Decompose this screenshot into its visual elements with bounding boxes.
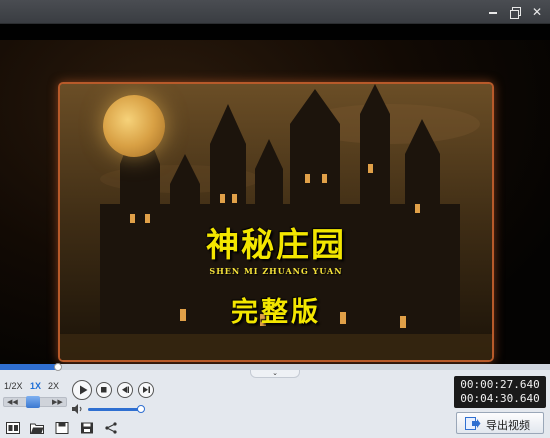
stop-button[interactable] [96,382,112,398]
save-icon[interactable] [55,422,69,434]
moon-image [103,95,165,157]
current-time: 00:00:27.640 [460,378,540,391]
restore-icon[interactable] [506,3,524,21]
video-preview[interactable]: 神秘庄园 SHEN MI ZHUANG YUAN 完整版 [0,24,550,368]
video-title-sub: 完整版 [231,297,321,328]
speed-slider[interactable]: ◀◀ ▶▶ [3,396,67,408]
video-frame: 神秘庄园 SHEN MI ZHUANG YUAN 完整版 [58,82,494,362]
save-as-icon[interactable] [80,422,94,434]
video-title-pinyin: SHEN MI ZHUANG YUAN [209,266,343,276]
play-button[interactable] [72,380,92,400]
speed-slider-handle[interactable] [26,396,40,408]
speed-1x[interactable]: 1X [30,381,41,391]
total-duration: 00:04:30.640 [460,392,540,405]
volume-icon[interactable] [72,404,84,414]
rewind-icon: ◀◀ [7,398,18,406]
video-stage: 神秘庄园 SHEN MI ZHUANG YUAN 完整版 [0,40,550,368]
export-icon [465,417,481,430]
speed-half[interactable]: 1/2X [4,381,23,391]
collapse-toggle[interactable]: ⌄ [250,370,300,378]
stop-icon [101,387,107,393]
next-frame-icon [143,386,150,393]
fast-forward-icon: ▶▶ [52,398,63,406]
prev-frame-button[interactable] [117,382,133,398]
prev-frame-icon [122,386,129,393]
progress-fill [0,364,58,370]
open-folder-icon[interactable] [30,422,44,434]
minimize-icon[interactable] [484,3,502,21]
video-title-main: 神秘庄园 [206,225,346,264]
volume-slider[interactable] [88,405,146,413]
export-video-button[interactable]: 导出视频 [456,412,544,434]
chevron-down-icon: ⌄ [272,369,278,377]
player-controls: ⌄ 1/2X 1X 2X ◀◀ ▶▶ 00:00:27.640 00:04:30… [0,363,550,438]
volume-fill [88,408,142,411]
export-video-label: 导出视频 [486,419,530,432]
next-frame-button[interactable] [138,382,154,398]
progress-handle[interactable] [53,363,62,371]
subtitle-icon[interactable] [6,422,20,434]
volume-handle[interactable] [137,405,146,413]
close-icon[interactable]: ✕ [528,3,546,21]
title-bar: ✕ [0,0,550,24]
share-icon[interactable] [104,422,118,434]
time-display: 00:00:27.640 00:04:30.640 [454,376,546,408]
play-icon [80,385,88,395]
speed-2x[interactable]: 2X [48,381,59,391]
